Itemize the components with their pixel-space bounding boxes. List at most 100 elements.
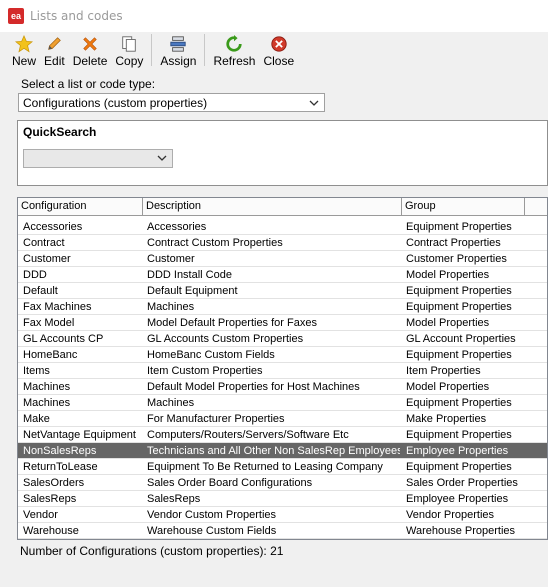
table-row[interactable]: NonSalesReps Technicians and All Other No… xyxy=(18,443,547,459)
new-button[interactable]: New xyxy=(8,32,40,68)
table-row[interactable]: Customer Customer Customer Properties xyxy=(18,251,547,267)
table-row[interactable]: Items Item Custom Properties Item Properti… xyxy=(18,363,547,379)
cell-configuration: DDD xyxy=(23,268,47,281)
table-row[interactable]: Make For Manufacturer Properties Make Prop… xyxy=(18,411,547,427)
chevron-down-icon xyxy=(309,97,319,111)
cell-description: Sales Order Board Configurations xyxy=(147,476,313,489)
cell-description: Computers/Routers/Servers/Software Etc xyxy=(147,428,349,441)
cell-description: Item Custom Properties xyxy=(147,364,263,377)
quicksearch-dropdown[interactable] xyxy=(23,149,173,168)
cell-description: Machines xyxy=(147,300,195,313)
cell-group: Vendor Properties xyxy=(406,508,495,521)
cell-configuration: Machines xyxy=(23,396,71,409)
cell-group: Equipment Properties xyxy=(406,396,512,409)
delete-button[interactable]: Delete xyxy=(69,32,112,68)
cell-description: Model Default Properties for Faxes xyxy=(147,316,317,329)
cell-description: SalesReps xyxy=(147,492,201,505)
assign-button[interactable]: Assign xyxy=(156,32,200,68)
toolbar: New Edit Delete Copy Assign Refresh Clos… xyxy=(0,32,548,70)
column-header-filler xyxy=(525,198,547,215)
cell-configuration: Default xyxy=(23,284,58,297)
cell-group: Equipment Properties xyxy=(406,348,512,361)
refresh-icon xyxy=(224,34,244,54)
cell-description: Customer xyxy=(147,252,195,265)
table-row[interactable]: Machines Default Model Properties for Hos… xyxy=(18,379,547,395)
cell-configuration: Machines xyxy=(23,380,71,393)
table-row[interactable]: Accessories Accessories Equipment Properti… xyxy=(18,219,547,235)
table-row[interactable]: Fax Machines Machines Equipment Properties xyxy=(18,299,547,315)
cell-description: Warehouse Custom Fields xyxy=(147,524,277,537)
cell-group: Employee Properties xyxy=(406,492,509,505)
cell-group: Sales Order Properties xyxy=(406,476,518,489)
cell-description: Default Equipment xyxy=(147,284,238,297)
table-row[interactable]: Vendor Vendor Custom Properties Vendor Pro… xyxy=(18,507,547,523)
cell-configuration: Accessories xyxy=(23,220,83,233)
quicksearch-panel: QuickSearch xyxy=(17,120,548,186)
refresh-button[interactable]: Refresh xyxy=(209,32,259,68)
window-title: Lists and codes xyxy=(30,9,123,23)
cell-group: Customer Properties xyxy=(406,252,507,265)
column-header-configuration[interactable]: Configuration xyxy=(18,198,143,215)
cell-group: Employee Properties xyxy=(406,444,509,457)
title-bar: ea Lists and codes xyxy=(0,0,548,32)
cell-description: Contract Custom Properties xyxy=(147,236,283,249)
cell-configuration: NonSalesReps xyxy=(23,444,97,457)
table-row[interactable]: HomeBanc HomeBanc Custom Fields Equipment … xyxy=(18,347,547,363)
table-row[interactable]: NetVantage Equipment Computers/Routers/Se… xyxy=(18,427,547,443)
app-logo-icon: ea xyxy=(8,8,24,24)
cell-group: Equipment Properties xyxy=(406,284,512,297)
cell-group: GL Account Properties xyxy=(406,332,516,345)
cell-description: Equipment To Be Returned to Leasing Comp… xyxy=(147,460,383,473)
cell-group: Equipment Properties xyxy=(406,428,512,441)
cell-description: DDD Install Code xyxy=(147,268,232,281)
grid-rows: Accessories Accessories Equipment Properti… xyxy=(18,219,547,539)
cell-configuration: GL Accounts CP xyxy=(23,332,104,345)
cell-description: Vendor Custom Properties xyxy=(147,508,277,521)
list-type-value: Configurations (custom properties) xyxy=(23,95,208,110)
cell-configuration: Make xyxy=(23,412,50,425)
delete-x-icon xyxy=(80,34,100,54)
table-row[interactable]: SalesOrders Sales Order Board Configurati… xyxy=(18,475,547,491)
list-type-label: Select a list or code type: xyxy=(21,77,156,91)
cell-configuration: SalesOrders xyxy=(23,476,85,489)
pencil-icon xyxy=(44,34,64,54)
table-row[interactable]: Machines Machines Equipment Properties xyxy=(18,395,547,411)
cell-description: Machines xyxy=(147,396,195,409)
edit-button[interactable]: Edit xyxy=(40,32,69,68)
cell-group: Warehouse Properties xyxy=(406,524,516,537)
cell-group: Equipment Properties xyxy=(406,300,512,313)
cell-group: Model Properties xyxy=(406,380,490,393)
status-count: Number of Configurations (custom propert… xyxy=(20,544,284,558)
configurations-grid[interactable]: Configuration Description Group Accessor… xyxy=(17,197,548,540)
cell-configuration: Contract xyxy=(23,236,65,249)
cell-description: Default Model Properties for Host Machin… xyxy=(147,380,360,393)
cell-configuration: Customer xyxy=(23,252,71,265)
cell-configuration: Fax Model xyxy=(23,316,75,329)
chevron-down-icon xyxy=(157,153,167,166)
cell-configuration: SalesReps xyxy=(23,492,77,505)
list-type-dropdown[interactable]: Configurations (custom properties) xyxy=(18,93,325,112)
refresh-label: Refresh xyxy=(213,54,256,68)
cell-configuration: HomeBanc xyxy=(23,348,78,361)
close-button[interactable]: Close xyxy=(259,32,298,68)
column-header-description[interactable]: Description xyxy=(143,198,402,215)
cell-group: Model Properties xyxy=(406,316,490,329)
table-row[interactable]: Contract Contract Custom Properties Contra… xyxy=(18,235,547,251)
table-row[interactable]: DDD DDD Install Code Model Properties xyxy=(18,267,547,283)
toolbar-separator xyxy=(204,34,206,66)
star-icon xyxy=(14,34,34,54)
copy-button[interactable]: Copy xyxy=(111,32,147,68)
cell-configuration: Warehouse xyxy=(23,524,79,537)
cell-description: GL Accounts Custom Properties xyxy=(147,332,304,345)
table-row[interactable]: SalesReps SalesReps Employee Properties xyxy=(18,491,547,507)
table-row[interactable]: ReturnToLease Equipment To Be Returned to… xyxy=(18,459,547,475)
cell-configuration: ReturnToLease xyxy=(23,460,98,473)
table-row[interactable]: Warehouse Warehouse Custom Fields Warehous… xyxy=(18,523,547,539)
cell-group: Equipment Properties xyxy=(406,220,512,233)
table-row[interactable]: Default Default Equipment Equipment Proper… xyxy=(18,283,547,299)
cell-group: Item Properties xyxy=(406,364,481,377)
delete-label: Delete xyxy=(72,54,108,68)
column-header-group[interactable]: Group xyxy=(402,198,525,215)
table-row[interactable]: Fax Model Model Default Properties for Fa… xyxy=(18,315,547,331)
table-row[interactable]: GL Accounts CP GL Accounts Custom Propert… xyxy=(18,331,547,347)
